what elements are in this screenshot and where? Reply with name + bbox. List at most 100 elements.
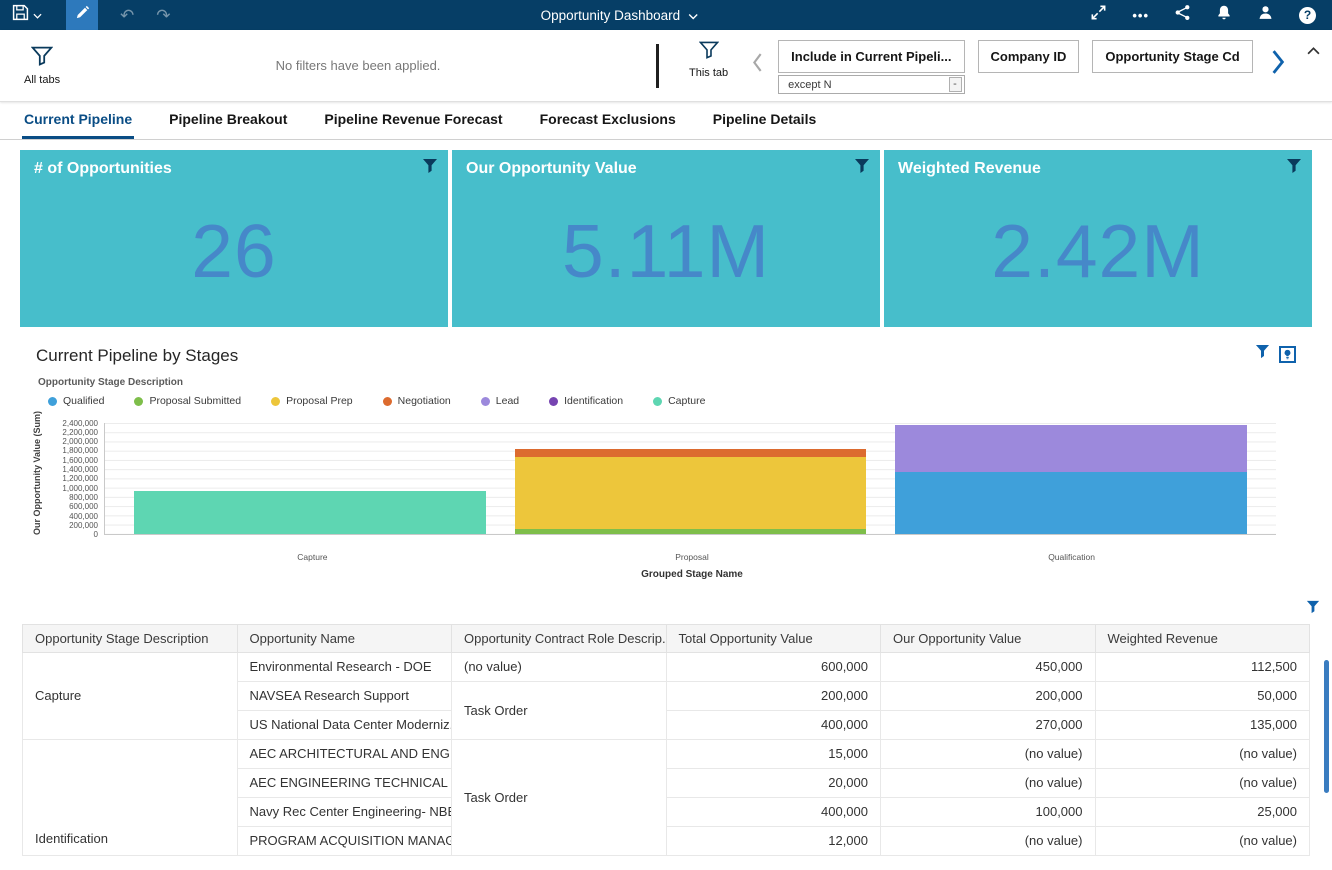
kpi-filter-funnel-icon[interactable] (422, 158, 438, 179)
cell-weighted-revenue[interactable]: 50,000 (1095, 681, 1310, 710)
cell-opportunity-name[interactable]: NAVSEA Research Support (237, 681, 452, 710)
cell-our-value[interactable]: 200,000 (881, 681, 1096, 710)
filter-condition-stepper-minus-button[interactable]: - (949, 77, 962, 92)
bar-segment-capture[interactable] (134, 491, 485, 534)
column-header-opportunity-stage-description[interactable]: Opportunity Stage Description (23, 624, 238, 652)
cell-total-value[interactable]: 400,000 (666, 710, 881, 739)
column-header-our-opportunity-value[interactable]: Our Opportunity Value (881, 624, 1096, 652)
stacked-bar-qualification[interactable] (895, 423, 1246, 534)
pipeline-table-card: Opportunity Stage Description Opportunit… (22, 604, 1310, 856)
cell-weighted-revenue[interactable]: 112,500 (1095, 652, 1310, 681)
cell-total-value[interactable]: 200,000 (666, 681, 881, 710)
role-group-cell-task-order[interactable]: Task Order (452, 681, 667, 739)
bar-segment-qualified[interactable] (895, 472, 1246, 534)
cell-opportunity-name[interactable]: US National Data Center Moderniz... (237, 710, 452, 739)
cell-total-value[interactable]: 15,000 (666, 739, 881, 768)
legend-item-capture[interactable]: Capture (653, 395, 705, 407)
bar-segment-lead[interactable] (895, 425, 1246, 471)
cell-our-value[interactable]: 450,000 (881, 652, 1096, 681)
kpi-card-num-opportunities[interactable]: # of Opportunities 26 (20, 150, 448, 327)
cell-our-value[interactable]: 100,000 (881, 797, 1096, 826)
role-group-cell-task-order[interactable]: Task Order (452, 739, 667, 855)
column-header-opportunity-name[interactable]: Opportunity Name (237, 624, 452, 652)
share-icon[interactable] (1174, 4, 1191, 26)
cell-our-value[interactable]: (no value) (881, 768, 1096, 797)
cell-contract-role[interactable]: (no value) (452, 652, 667, 681)
bar-segment-proposal-submitted[interactable] (515, 529, 866, 534)
save-menu-chevron-down-icon[interactable] (33, 6, 42, 24)
dashboard-title-menu[interactable]: Opportunity Dashboard (541, 8, 699, 23)
cell-total-value[interactable]: 20,000 (666, 768, 881, 797)
tab-forecast-exclusions[interactable]: Forecast Exclusions (538, 102, 678, 139)
table-vertical-scrollbar[interactable] (1324, 660, 1329, 793)
cell-weighted-revenue[interactable]: 135,000 (1095, 710, 1310, 739)
save-button[interactable] (0, 0, 52, 30)
column-header-weighted-revenue[interactable]: Weighted Revenue (1095, 624, 1310, 652)
kpi-filter-funnel-icon[interactable] (1286, 158, 1302, 179)
cell-total-value[interactable]: 12,000 (666, 826, 881, 855)
legend-item-qualified[interactable]: Qualified (48, 395, 104, 407)
cell-opportunity-name[interactable]: AEC ENGINEERING TECHNICAL S... (237, 768, 452, 797)
cell-our-value[interactable]: 270,000 (881, 710, 1096, 739)
filter-chip-opportunity-stage-cd[interactable]: Opportunity Stage Cd (1092, 40, 1252, 73)
tab-pipeline-revenue-forecast[interactable]: Pipeline Revenue Forecast (322, 102, 504, 139)
cell-weighted-revenue[interactable]: (no value) (1095, 768, 1310, 797)
legend-item-identification[interactable]: Identification (549, 395, 623, 407)
fullscreen-icon[interactable] (1090, 4, 1107, 26)
this-tab-filter-button[interactable]: This tab (689, 41, 728, 79)
save-icon (12, 4, 29, 26)
all-tabs-filter-button[interactable]: All tabs (24, 46, 60, 86)
cell-weighted-revenue[interactable]: (no value) (1095, 739, 1310, 768)
column-header-total-opportunity-value[interactable]: Total Opportunity Value (666, 624, 881, 652)
cell-our-value[interactable]: (no value) (881, 739, 1096, 768)
bar-segment-negotiation[interactable] (515, 449, 866, 457)
tab-pipeline-details[interactable]: Pipeline Details (711, 102, 818, 139)
cell-weighted-revenue[interactable]: (no value) (1095, 826, 1310, 855)
kpi-card-our-opportunity-value[interactable]: Our Opportunity Value 5.11M (452, 150, 880, 327)
title-chevron-down-icon (688, 8, 698, 23)
filter-chip-condition[interactable]: except N - (778, 75, 964, 94)
user-account-icon[interactable] (1257, 4, 1274, 26)
legend-item-proposal-submitted[interactable]: Proposal Submitted (134, 395, 241, 407)
stacked-bar-capture[interactable] (134, 423, 485, 534)
legend-item-lead[interactable]: Lead (481, 395, 519, 407)
help-icon[interactable]: ? (1299, 7, 1316, 24)
table-filter-funnel-icon[interactable] (1306, 600, 1320, 619)
kpi-title: Weighted Revenue (898, 160, 1312, 178)
notifications-bell-icon[interactable] (1216, 4, 1232, 26)
filter-chip-company-id[interactable]: Company ID (978, 40, 1080, 73)
table-row[interactable]: Identification AEC ARCHITECTURAL AND ENG… (23, 739, 1310, 768)
tab-pipeline-breakout[interactable]: Pipeline Breakout (167, 102, 289, 139)
stage-group-cell-capture[interactable]: Capture (23, 652, 238, 739)
kpi-card-weighted-revenue[interactable]: Weighted Revenue 2.42M (884, 150, 1312, 327)
chart-plot-area (104, 423, 1276, 535)
redo-button[interactable]: ↷ (156, 7, 170, 24)
kpi-filter-funnel-icon[interactable] (854, 158, 870, 179)
more-options-icon[interactable]: ••• (1132, 8, 1149, 23)
edit-button[interactable] (66, 0, 98, 30)
column-header-opportunity-contract-role[interactable]: Opportunity Contract Role Descrip... (452, 624, 667, 652)
cell-opportunity-name[interactable]: PROGRAM ACQUISITION MANAG... (237, 826, 452, 855)
table-row[interactable]: Capture Environmental Research - DOE (no… (23, 652, 1310, 681)
collapse-filter-bar-chevron-up-icon[interactable] (1307, 42, 1320, 60)
stacked-bar-proposal[interactable] (515, 423, 866, 534)
chart-filter-funnel-icon[interactable] (1255, 344, 1270, 364)
bar-segment-proposal-prep[interactable] (515, 457, 866, 529)
cell-our-value[interactable]: (no value) (881, 826, 1096, 855)
filter-condition-label: except N (788, 79, 831, 91)
cell-total-value[interactable]: 600,000 (666, 652, 881, 681)
legend-item-negotiation[interactable]: Negotiation (383, 395, 451, 407)
cell-opportunity-name[interactable]: Environmental Research - DOE (237, 652, 452, 681)
tab-current-pipeline[interactable]: Current Pipeline (22, 102, 134, 139)
chips-scroll-left-chevron-icon[interactable] (752, 53, 763, 77)
cell-total-value[interactable]: 400,000 (666, 797, 881, 826)
filter-chip-include-in-current-pipeline[interactable]: Include in Current Pipeli... (778, 40, 964, 73)
cell-opportunity-name[interactable]: Navy Rec Center Engineering- NBB... (237, 797, 452, 826)
legend-item-proposal-prep[interactable]: Proposal Prep (271, 395, 353, 407)
cell-weighted-revenue[interactable]: 25,000 (1095, 797, 1310, 826)
chips-scroll-right-chevron-icon[interactable] (1271, 50, 1285, 79)
insights-lightbulb-icon[interactable] (1279, 346, 1296, 363)
undo-button[interactable]: ↶ (120, 7, 134, 24)
cell-opportunity-name[interactable]: AEC ARCHITECTURAL AND ENGIN... (237, 739, 452, 768)
stage-group-cell-identification[interactable]: Identification (23, 739, 238, 855)
